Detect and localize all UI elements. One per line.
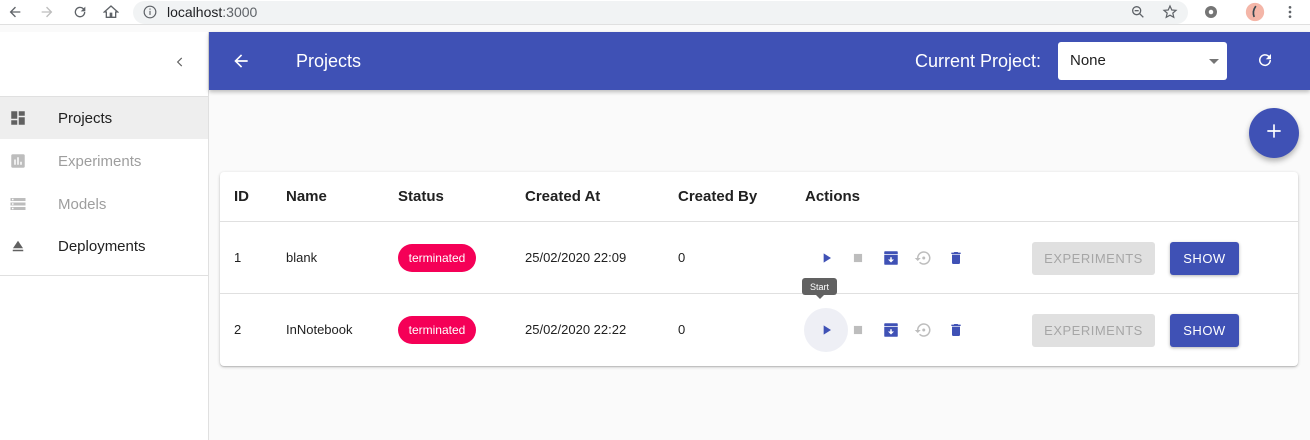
column-header-name: Name [286,188,327,205]
cell-id: 1 [234,250,242,265]
delete-icon[interactable] [946,320,966,340]
restore-icon[interactable] [913,320,933,340]
cell-created-by: 0 [678,250,686,265]
page-title: Projects [296,51,362,71]
browser-toolbar: localhost:3000 [0,0,1310,25]
show-button[interactable]: SHOW [1170,242,1239,275]
app-bar: Projects Current Project: None [209,32,1310,90]
cell-name: blank [286,250,318,265]
current-project-select[interactable]: None [1058,42,1227,80]
forward-arrow-icon[interactable] [37,2,57,22]
status-badge: terminated [398,244,476,272]
archive-icon[interactable] [881,248,901,268]
restore-icon[interactable] [913,248,933,268]
start-tooltip: Start [802,278,837,299]
add-project-button[interactable] [1249,108,1299,158]
eject-icon [8,236,28,256]
table-row: 2 InNotebook terminated 25/02/2020 22:22… [220,294,1298,366]
sidebar-divider [0,275,208,276]
profile-avatar[interactable] [1245,2,1265,22]
dropdown-caret-icon [1209,59,1219,64]
reload-icon[interactable] [70,2,90,22]
show-button[interactable]: SHOW [1170,314,1239,347]
url-text: localhost:3000 [167,4,258,20]
bookmark-star-icon[interactable] [1162,4,1178,25]
archive-icon[interactable] [881,320,901,340]
sidebar-item-label: Models [58,195,107,213]
cell-created-at: 25/02/2020 22:22 [525,322,627,337]
cell-name: InNotebook [286,322,353,337]
column-header-id: ID [234,188,249,205]
home-icon[interactable] [101,2,121,22]
column-header-created-at: Created At [525,188,601,205]
sidebar-item-experiments[interactable]: Experiments [0,140,208,182]
storage-icon [8,194,28,214]
info-icon[interactable] [143,5,157,19]
zoom-icon[interactable] [1130,4,1146,25]
column-header-created-by: Created By [678,188,758,205]
extension-icon[interactable] [1201,2,1221,22]
dashboard-icon [8,108,28,128]
bar-chart-icon [8,151,28,171]
cell-created-by: 0 [678,322,686,337]
current-project-label: Current Project: [915,51,1042,71]
sidebar-item-projects[interactable]: Projects [0,97,208,139]
status-badge: terminated [398,316,476,344]
address-bar[interactable]: localhost:3000 [133,1,1188,24]
column-header-actions: Actions [805,188,861,205]
play-icon[interactable] [817,320,837,340]
sidebar-item-models[interactable]: Models [0,183,208,225]
sidebar-item-label: Deployments [58,237,146,255]
column-header-status: Status [398,188,444,205]
back-arrow-icon[interactable] [231,51,251,71]
projects-table: ID Name Status Created At Created By Act… [220,172,1298,366]
cell-created-at: 25/02/2020 22:09 [525,250,627,265]
delete-icon[interactable] [946,248,966,268]
plus-icon [1264,121,1284,146]
table-row: 1 blank terminated 25/02/2020 22:09 0 EX… [220,222,1298,294]
sidebar: Projects Experiments Models Deployments [0,32,209,440]
current-project-value: None [1070,52,1106,69]
sidebar-item-label: Projects [58,109,113,127]
play-icon[interactable] [817,248,837,268]
sidebar-item-deployments[interactable]: Deployments [0,225,208,267]
stop-icon[interactable] [848,248,868,268]
more-vert-icon[interactable] [1280,2,1300,22]
back-arrow-icon[interactable] [5,2,25,22]
experiments-button[interactable]: EXPERIMENTS [1032,242,1155,275]
refresh-icon[interactable] [1256,51,1276,71]
experiments-button[interactable]: EXPERIMENTS [1032,314,1155,347]
chevron-left-icon[interactable] [170,52,190,72]
cell-id: 2 [234,322,242,337]
stop-icon[interactable] [848,320,868,340]
sidebar-item-label: Experiments [58,152,142,170]
